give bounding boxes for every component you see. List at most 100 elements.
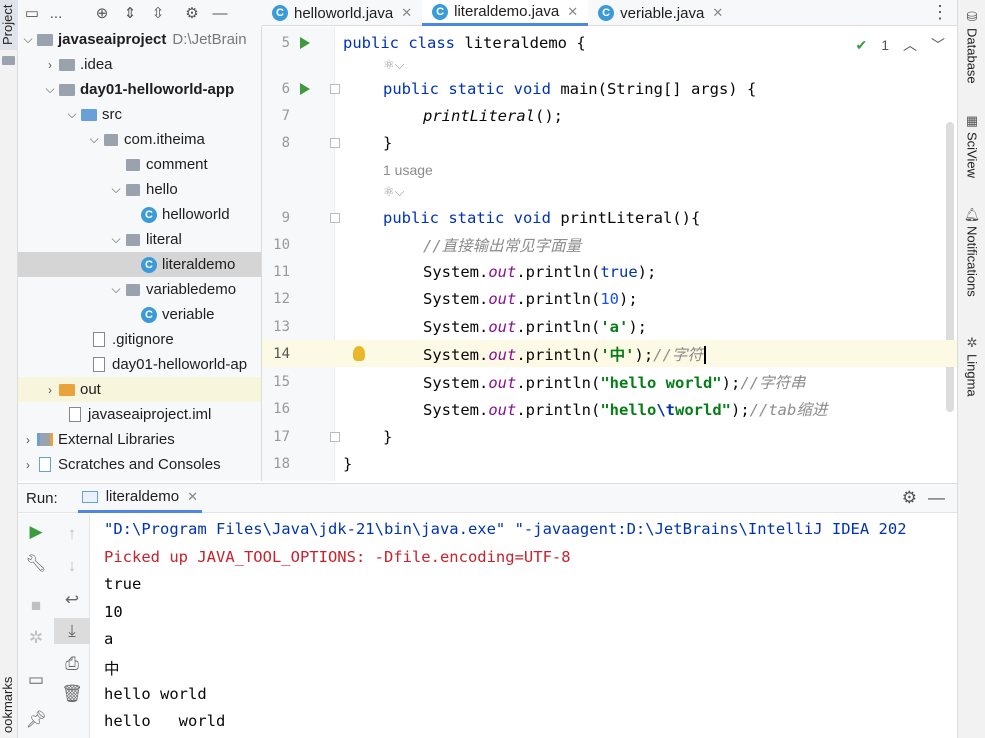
code-editor[interactable]: ✔ 1 ︿ ﹀ 5 public class literaldemo { ⚛⌵ … [262,27,957,481]
line-number: 9 [281,209,290,226]
ai-assist-icon[interactable]: ⚛⌵ [383,57,405,73]
tree-item-idea[interactable]: › .idea [18,52,261,77]
tree-item-label: javaseaiproject.iml [88,406,212,423]
tree-item-label: Scratches and Consoles [58,456,221,473]
chevron-down-icon[interactable]: ⌵ [42,82,58,97]
chevron-right-icon[interactable]: › [20,433,36,447]
close-icon[interactable]: ✕ [712,5,723,21]
project-view-selector[interactable]: ... [46,5,66,22]
trash-icon[interactable]: 🗑︎ [54,684,90,704]
console-output[interactable]: "D:\Program Files\Java\jdk-21\bin\java.e… [90,514,957,738]
fold-icon[interactable] [330,83,340,94]
tree-item-gitignore[interactable]: .gitignore [18,327,261,352]
layout-icon[interactable]: ▭ [18,670,54,690]
module-icon [58,82,76,98]
chevron-down-icon[interactable]: ⌵ [108,232,124,247]
tree-item-literaldemo[interactable]: C literaldemo [18,252,261,277]
close-icon[interactable]: ✕ [567,4,578,20]
tab-veriable[interactable]: C veriable.java ✕ [588,0,733,26]
tree-item-veriable[interactable]: C veriable [18,302,261,327]
file-icon [66,407,84,423]
project-tool-button[interactable]: Project [0,0,18,50]
tree-item-literal[interactable]: ⌵ literal [18,227,261,252]
tab-literaldemo[interactable]: C literaldemo.java ✕ [422,0,589,26]
print-icon[interactable]: ⎙ [54,654,90,674]
close-icon[interactable]: ✕ [401,5,412,21]
chevron-right-icon[interactable]: › [20,458,36,472]
code-text: } [343,454,353,473]
sciview-tool-button[interactable]: ▦ SciView [958,112,985,178]
code-text: System.out.println(10); [423,289,638,308]
fold-icon[interactable] [330,137,340,148]
collapse-all-icon[interactable]: ⇳ [144,4,172,22]
chevron-right-icon[interactable]: › [42,383,58,397]
tree-item-module-iml[interactable]: day01-helloworld-ap [18,352,261,377]
tab-helloworld[interactable]: C helloworld.java ✕ [262,0,422,26]
tree-item-label: com.itheima [124,131,205,148]
scroll-to-end-icon[interactable]: ⤓ [54,618,90,644]
tree-item-day01-module[interactable]: ⌵ day01-helloworld-app [18,77,261,102]
database-tool-button[interactable]: ⛁ Database [958,8,985,84]
run-icon[interactable] [300,82,310,95]
gear-icon[interactable]: ⚙ [902,488,917,508]
line-number: 12 [273,290,290,307]
debug-icon[interactable]: ✲ [18,628,54,648]
wrench-icon[interactable]: 🔧︎ [18,554,54,574]
soft-wrap-icon[interactable]: ↩ [54,590,90,610]
tree-item-comment[interactable]: comment [18,152,261,177]
more-options-icon[interactable]: ⋮ [931,0,949,24]
notifications-tool-button[interactable]: 🔔︎ Notifications [958,206,985,297]
hide-icon[interactable]: — [206,5,234,22]
fold-icon[interactable] [330,212,340,223]
tree-item-out[interactable]: › out [18,377,261,402]
tree-item-hello[interactable]: ⌵ hello [18,177,261,202]
tree-item-variabledemo[interactable]: ⌵ variabledemo [18,277,261,302]
run-icon[interactable] [300,36,310,49]
tree-item-helloworld[interactable]: C helloworld [18,202,261,227]
tree-item-javaseaiproject[interactable]: ⌵ javaseaiproject D:\JetBrain [18,27,261,52]
class-icon: C [140,256,158,273]
line-number: 7 [281,107,290,124]
chevron-down-icon[interactable]: ⌵ [20,32,36,47]
minimize-icon[interactable]: — [928,488,945,508]
file-icon [90,357,108,373]
tree-item-src[interactable]: ⌵ src [18,102,261,127]
chevron-down-icon[interactable]: ⌵ [108,182,124,197]
folder-icon [58,57,76,73]
tree-item-external-libraries[interactable]: › External Libraries [18,427,261,452]
chevron-down-icon[interactable]: ⌵ [86,132,102,147]
lingma-tool-button[interactable]: ✲ Lingma [958,334,985,397]
tree-item-com-itheima[interactable]: ⌵ com.itheima [18,127,261,152]
gear-icon[interactable]: ⚙ [178,4,206,22]
close-icon[interactable]: ✕ [187,489,198,505]
chevron-down-icon[interactable]: ⌵ [64,107,80,122]
stop-icon[interactable]: ■ [18,596,54,616]
tree-item-label: src [102,106,122,123]
expand-all-icon[interactable]: ⇕ [116,4,144,22]
tree-item-label: .gitignore [112,331,174,348]
code-text: } [383,427,393,446]
pin-icon[interactable]: 📌︎ [18,710,54,730]
tree-item-label: veriable [162,306,215,323]
run-tab-literaldemo[interactable]: literaldemo ✕ [77,483,202,513]
tree-item-label: out [80,381,101,398]
code-text: System.out.println("hello\tworld");//tab… [423,400,828,419]
ai-assist-icon[interactable]: ⚛⌵ [383,184,405,200]
usage-hint[interactable]: 1 usage [383,162,433,178]
locate-icon[interactable]: ⊕ [88,4,116,22]
lightbulb-icon[interactable] [353,346,365,361]
arrow-up-icon[interactable]: ↑ [54,524,90,544]
chevron-right-icon[interactable]: › [42,58,58,72]
tree-item-scratches[interactable]: › Scratches and Consoles [18,452,261,477]
bookmarks-tool-button[interactable]: ookmarks [0,672,18,738]
tree-item-project-iml[interactable]: javaseaiproject.iml [18,402,261,427]
source-folder-icon [80,107,98,123]
rerun-icon[interactable]: ▶ [18,522,54,542]
tree-item-label: variabledemo [146,281,237,298]
arrow-down-icon[interactable]: ↓ [54,556,90,576]
fold-icon[interactable] [330,431,340,442]
code-text: public static void main(String[] args) { [383,79,757,98]
chevron-down-icon[interactable]: ⌵ [108,282,124,297]
line-number: 11 [273,263,290,280]
line-number: 10 [273,236,290,253]
